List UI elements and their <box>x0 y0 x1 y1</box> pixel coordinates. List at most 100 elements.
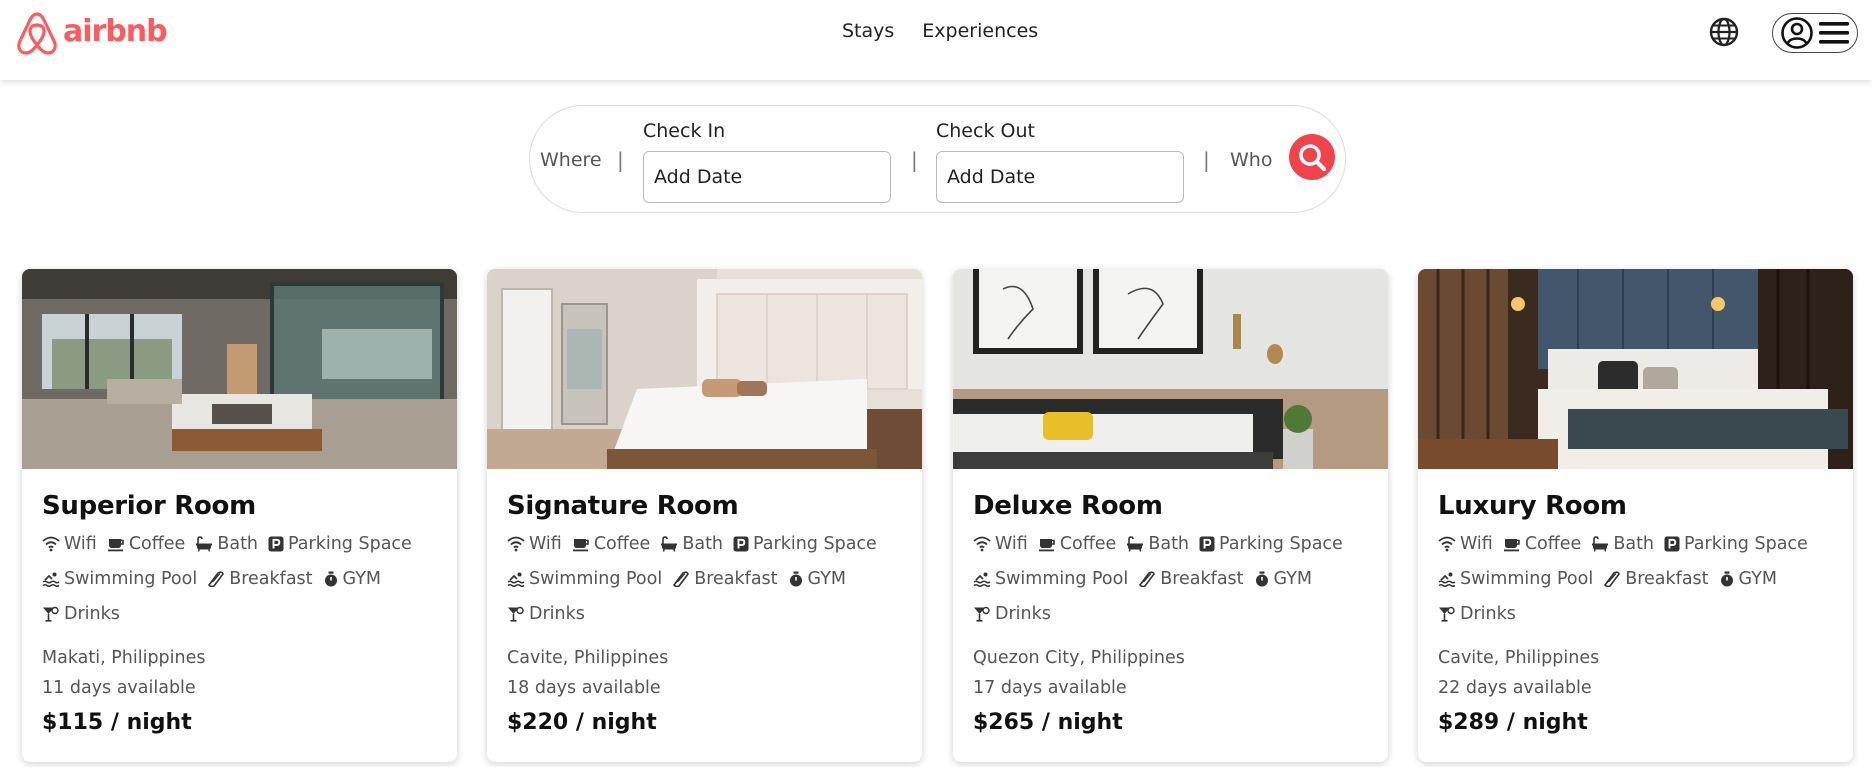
amenity-label: Coffee <box>1059 534 1117 554</box>
amenity-label: Wifi <box>995 534 1028 554</box>
amenities-row: Wifi Coffee Bath Parking Space <box>973 534 1343 554</box>
room-availability: 18 days available <box>507 678 661 698</box>
amenity-item: Parking Space <box>1199 534 1343 554</box>
room-availability: 11 days available <box>42 678 196 698</box>
room-title: Superior Room <box>42 491 256 521</box>
amenity-label: Parking Space <box>1219 534 1343 554</box>
check-out-input[interactable]: Add Date <box>936 151 1184 203</box>
where-field[interactable]: Where <box>540 149 602 171</box>
amenity-item: Breakfast <box>1603 569 1709 589</box>
amenity-item: Wifi <box>973 534 1028 554</box>
amenity-label: Parking Space <box>288 534 412 554</box>
gym-icon <box>324 571 337 587</box>
check-out-label: Check Out <box>936 120 1035 142</box>
drinks-icon <box>1439 606 1455 622</box>
drinks-icon <box>508 606 524 622</box>
coffee-icon <box>1038 539 1055 552</box>
amenity-item: Swimming Pool <box>973 569 1128 589</box>
breakfast-icon <box>673 571 690 587</box>
profile-menu-button[interactable] <box>1772 13 1858 53</box>
coffee-icon <box>572 539 589 552</box>
amenity-label: GYM <box>1738 569 1778 589</box>
amenity-label: GYM <box>1273 569 1313 589</box>
amenity-label: Parking Space <box>753 534 877 554</box>
search-bar: Where | Check In Add Date | Check Out Ad… <box>529 105 1346 213</box>
search-icon <box>1299 144 1327 172</box>
nav-stays[interactable]: Stays <box>842 20 894 42</box>
breakfast-icon <box>1139 571 1156 587</box>
amenity-item: Wifi <box>507 534 562 554</box>
parking-icon <box>1664 536 1680 552</box>
amenity-label: Swimming Pool <box>1460 569 1594 589</box>
separator: | <box>617 148 624 172</box>
room-location: Quezon City, Philippines <box>973 648 1185 668</box>
globe-icon[interactable] <box>1708 16 1740 48</box>
check-in-input[interactable]: Add Date <box>643 151 891 203</box>
wifi-icon <box>973 536 991 552</box>
menu-icon <box>1819 22 1849 44</box>
room-photo <box>487 269 922 469</box>
nav-experiences[interactable]: Experiences <box>922 20 1038 42</box>
room-location: Makati, Philippines <box>42 648 206 668</box>
drinks-icon <box>974 606 990 622</box>
drinks-icon <box>43 606 59 622</box>
parking-icon <box>1199 536 1215 552</box>
amenity-label: Breakfast <box>229 569 313 589</box>
amenity-item: Swimming Pool <box>1438 569 1593 589</box>
amenities-row: Wifi Coffee Bath Parking Space <box>507 534 877 554</box>
amenity-item: Wifi <box>1438 534 1493 554</box>
room-location: Cavite, Philippines <box>507 648 669 668</box>
amenity-label: Breakfast <box>694 569 778 589</box>
amenity-label: Coffee <box>128 534 186 554</box>
parking-icon <box>733 536 749 552</box>
room-card[interactable]: Signature Room Wifi Coffee Bath Parking … <box>487 269 922 762</box>
room-location: Cavite, Philippines <box>1438 648 1600 668</box>
amenity-item: Parking Space <box>1664 534 1808 554</box>
amenity-label: Swimming Pool <box>529 569 663 589</box>
top-nav-bar: airbnb Stays Experiences <box>0 0 1872 80</box>
search-button[interactable] <box>1289 134 1335 180</box>
swimming-pool-icon <box>1438 572 1456 587</box>
room-price: $220 / night <box>507 710 657 735</box>
amenity-label: Wifi <box>64 534 97 554</box>
room-card[interactable]: Deluxe Room Wifi Coffee Bath Parking Spa… <box>953 269 1388 762</box>
amenity-item: Bath <box>195 534 258 554</box>
room-photo <box>1418 269 1853 469</box>
amenity-label: Drinks <box>1460 604 1516 624</box>
gym-icon <box>789 571 802 587</box>
amenity-item: Bath <box>1126 534 1189 554</box>
wifi-icon <box>507 536 525 552</box>
amenity-item: GYM <box>323 569 381 589</box>
who-field[interactable]: Who <box>1230 149 1272 171</box>
amenity-item: Breakfast <box>672 569 778 589</box>
parking-icon <box>268 536 284 552</box>
amenities-row: Swimming Pool Breakfast GYM <box>507 569 846 589</box>
wifi-icon <box>42 536 60 552</box>
amenities-row: Swimming Pool Breakfast GYM <box>42 569 381 589</box>
room-card[interactable]: Superior Room Wifi Coffee Bath Parking S… <box>22 269 457 762</box>
airbnb-logo-icon <box>17 12 57 55</box>
amenity-item: Wifi <box>42 534 97 554</box>
amenity-label: Coffee <box>1524 534 1582 554</box>
amenity-item: Parking Space <box>733 534 877 554</box>
brand-logo[interactable]: airbnb <box>16 10 168 56</box>
amenity-item: Breakfast <box>1138 569 1244 589</box>
amenities-row: Drinks <box>973 604 1051 624</box>
amenity-label: Breakfast <box>1160 569 1244 589</box>
amenity-item: Parking Space <box>268 534 412 554</box>
bath-icon <box>196 536 213 552</box>
amenity-item: Swimming Pool <box>42 569 197 589</box>
amenity-item: Drinks <box>1438 604 1516 624</box>
gym-icon <box>1720 571 1733 587</box>
breakfast-icon <box>1604 571 1621 587</box>
bath-icon <box>1592 536 1609 552</box>
amenity-item: GYM <box>788 569 846 589</box>
room-price: $265 / night <box>973 710 1123 735</box>
brand-name: airbnb <box>63 13 168 49</box>
room-title: Deluxe Room <box>973 491 1163 521</box>
room-card[interactable]: Luxury Room Wifi Coffee Bath Parking Spa… <box>1418 269 1853 762</box>
room-availability: 17 days available <box>973 678 1127 698</box>
amenity-label: Bath <box>682 534 724 554</box>
amenity-item: GYM <box>1254 569 1312 589</box>
amenities-row: Swimming Pool Breakfast GYM <box>1438 569 1777 589</box>
